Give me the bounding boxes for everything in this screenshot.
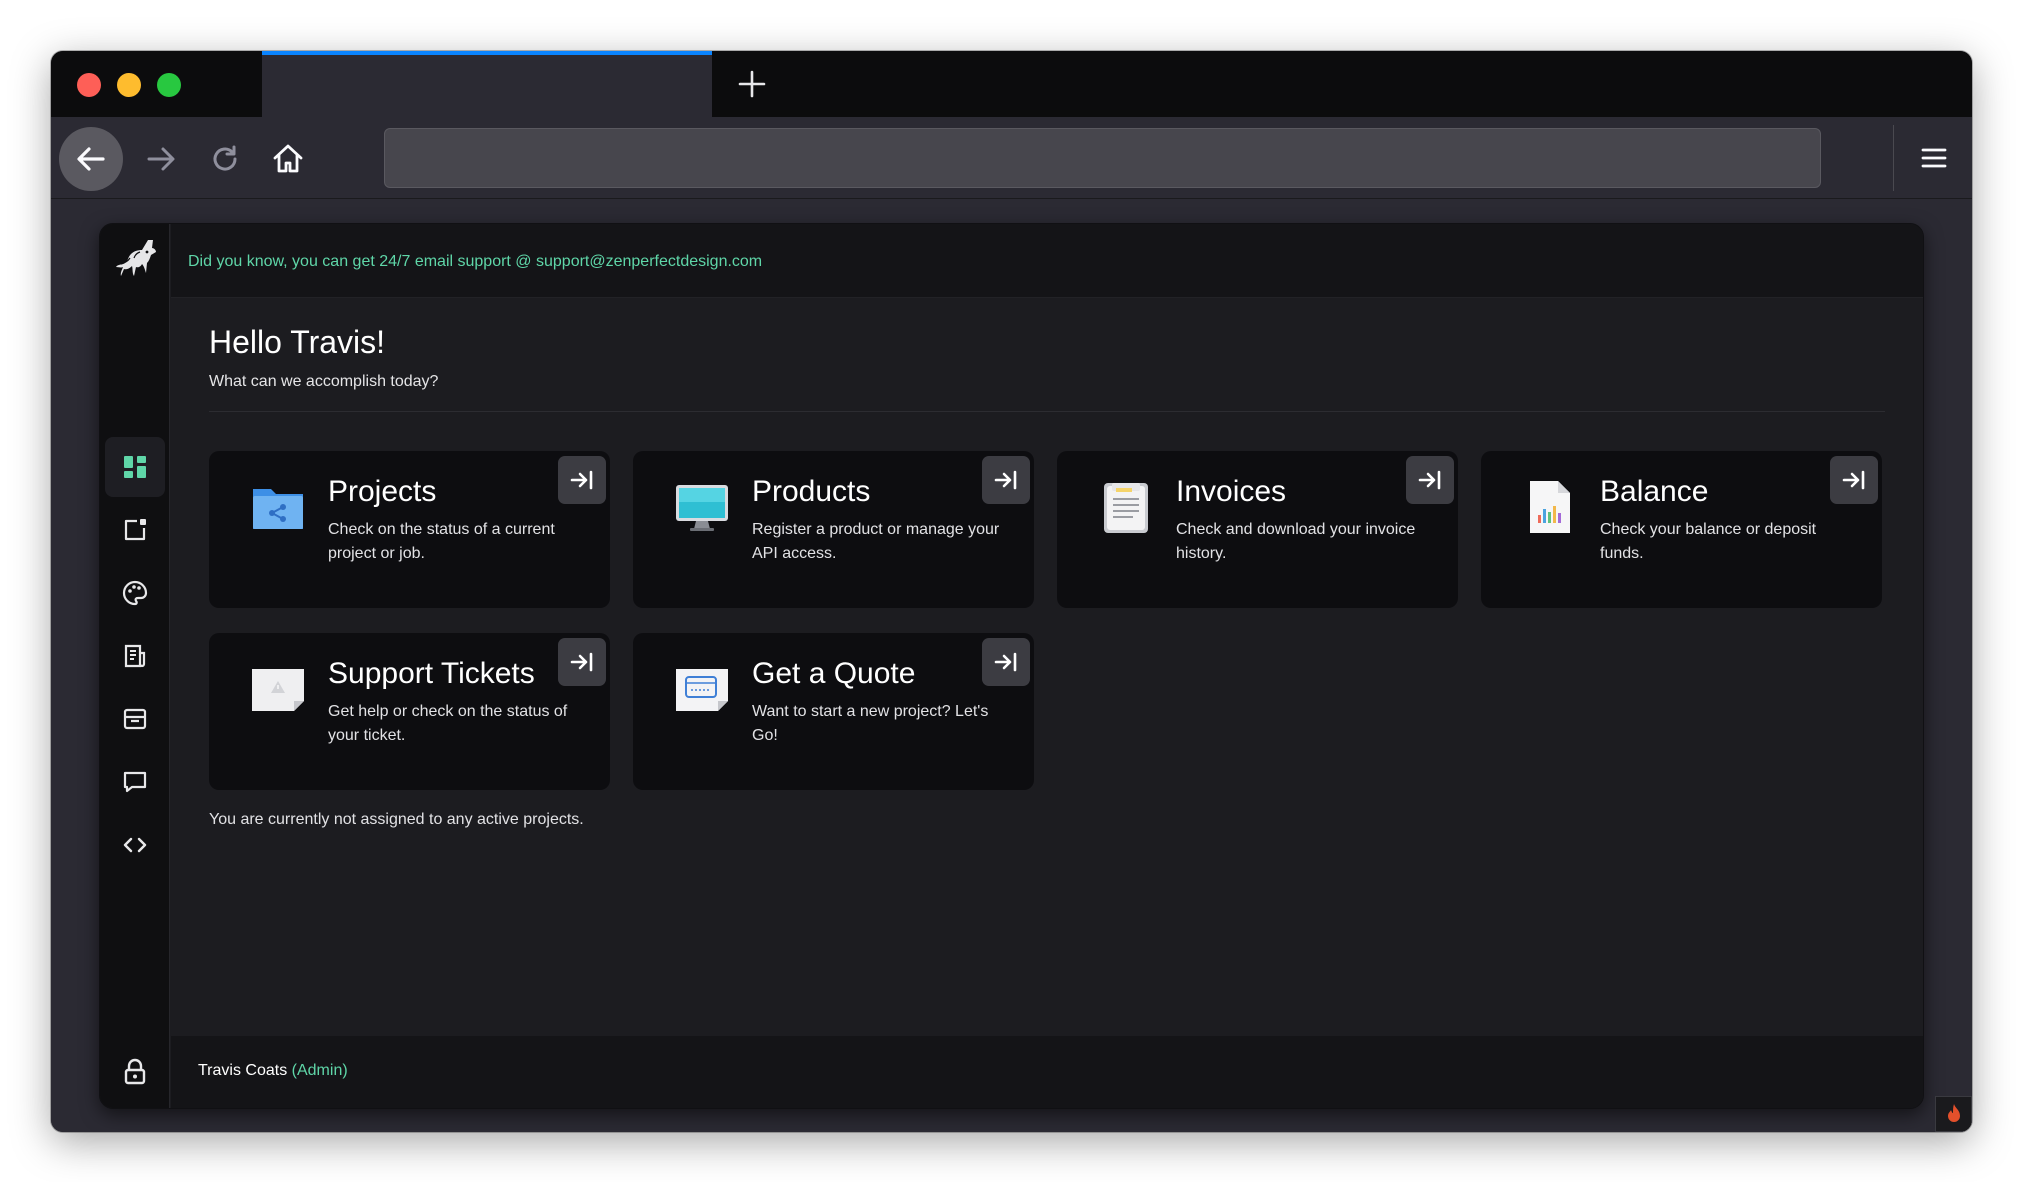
browser-toolbar	[51, 117, 1972, 199]
hamburger-menu-icon	[1921, 148, 1947, 168]
arrow-to-right-icon	[994, 652, 1017, 672]
home-icon	[273, 144, 303, 173]
sidebar-item-archive[interactable]	[105, 689, 165, 749]
open-balance-button[interactable]	[1830, 456, 1878, 504]
page-subtitle: What can we accomplish today?	[209, 373, 439, 390]
chart-document-icon	[1522, 479, 1578, 535]
dashboard-icon	[124, 456, 146, 478]
devtools-flame-button[interactable]	[1935, 1096, 1972, 1132]
reload-button[interactable]	[199, 133, 251, 185]
minimize-window-button[interactable]	[117, 73, 141, 97]
open-products-button[interactable]	[982, 456, 1030, 504]
close-window-button[interactable]	[77, 73, 101, 97]
get-a-quote-card[interactable]: Get a Quote Want to start a new project?…	[633, 633, 1034, 790]
chat-bubble-icon	[123, 771, 147, 793]
flame-icon	[1947, 1104, 1960, 1122]
invoices-card[interactable]: Invoices Check and download your invoice…	[1057, 451, 1458, 608]
sidebar-item-dashboard[interactable]	[105, 437, 165, 497]
card-title: Projects	[328, 475, 437, 508]
user-footer: Travis Coats (Admin)	[171, 1036, 1923, 1108]
back-arrow-icon	[77, 147, 105, 171]
card-description: Check on the status of a current project…	[328, 521, 555, 562]
card-description: Get help or check on the status of your …	[328, 703, 568, 744]
home-button[interactable]	[262, 133, 314, 185]
header-divider	[209, 411, 1885, 412]
quote-form-icon	[674, 661, 730, 717]
sidebar-item-new-project[interactable]	[105, 500, 165, 560]
sidebar-item-messages[interactable]	[105, 752, 165, 812]
arrow-to-right-icon	[1842, 470, 1865, 490]
forward-button[interactable]	[135, 133, 187, 185]
palette-icon	[122, 580, 148, 606]
card-description: Register a product or manage your API ac…	[752, 521, 1000, 562]
open-support-tickets-button[interactable]	[558, 638, 606, 686]
new-project-icon	[124, 519, 146, 541]
card-title: Support Tickets	[328, 657, 535, 690]
card-description: Check and download your invoice history.	[1176, 521, 1416, 562]
arrow-to-right-icon	[570, 470, 593, 490]
sidebar	[100, 224, 170, 1108]
invoice-list-icon	[124, 644, 146, 668]
sidebar-item-design[interactable]	[105, 563, 165, 623]
browser-window: Did you know, you can get 24/7 email sup…	[51, 51, 1972, 1132]
user-role-badge: (Admin)	[291, 1062, 348, 1079]
warning-note-icon	[250, 661, 306, 717]
back-button[interactable]	[59, 127, 123, 191]
open-invoices-button[interactable]	[1406, 456, 1454, 504]
sidebar-item-invoices[interactable]	[105, 626, 165, 686]
address-bar[interactable]	[384, 128, 1821, 188]
current-user[interactable]: Travis Coats (Admin)	[198, 1062, 348, 1080]
toolbar-separator	[1893, 125, 1894, 191]
new-tab-icon	[738, 70, 766, 98]
reload-icon	[213, 145, 237, 171]
card-title: Balance	[1600, 475, 1709, 508]
code-brackets-icon	[123, 837, 147, 853]
app-menu-button[interactable]	[1909, 133, 1959, 183]
sidebar-item-api[interactable]	[105, 815, 165, 875]
app-frame: Did you know, you can get 24/7 email sup…	[99, 223, 1924, 1109]
logout-lock-button[interactable]	[105, 1050, 165, 1094]
card-title: Products	[752, 475, 871, 508]
folder-share-icon	[250, 479, 306, 535]
user-name: Travis Coats	[198, 1062, 288, 1079]
projects-status-text: You are currently not assigned to any ac…	[209, 811, 584, 828]
dashboard-main: Hello Travis! What can we accomplish tod…	[171, 299, 1923, 1036]
open-get-a-quote-button[interactable]	[982, 638, 1030, 686]
monitor-icon	[674, 479, 730, 535]
products-card[interactable]: Products Register a product or manage yo…	[633, 451, 1034, 608]
forward-arrow-icon	[147, 147, 175, 171]
unicorn-logo-icon	[116, 240, 156, 276]
lock-icon	[124, 1058, 146, 1085]
open-projects-button[interactable]	[558, 456, 606, 504]
archive-box-icon	[123, 708, 147, 730]
new-tab-button[interactable]	[727, 59, 777, 109]
card-title: Invoices	[1176, 475, 1287, 508]
maximize-window-button[interactable]	[157, 73, 181, 97]
browser-tab-active[interactable]	[262, 51, 712, 117]
invoice-document-icon	[1098, 479, 1154, 535]
arrow-to-right-icon	[1418, 470, 1441, 490]
tab-bar	[51, 51, 1972, 117]
card-description: Check your balance or deposit funds.	[1600, 521, 1817, 562]
brand-logo[interactable]	[108, 232, 162, 290]
balance-card[interactable]: Balance Check your balance or deposit fu…	[1481, 451, 1882, 608]
arrow-to-right-icon	[570, 652, 593, 672]
tip-bar: Did you know, you can get 24/7 email sup…	[171, 224, 1923, 298]
page-title: Hello Travis!	[209, 324, 386, 360]
support-tip: Did you know, you can get 24/7 email sup…	[188, 253, 763, 270]
arrow-to-right-icon	[994, 470, 1017, 490]
card-description: Want to start a new project? Let's Go!	[752, 703, 989, 744]
support-tickets-card[interactable]: Support Tickets Get help or check on the…	[209, 633, 610, 790]
projects-card[interactable]: Projects Check on the status of a curren…	[209, 451, 610, 608]
page-viewport: Did you know, you can get 24/7 email sup…	[51, 200, 1972, 1132]
card-title: Get a Quote	[752, 657, 916, 690]
